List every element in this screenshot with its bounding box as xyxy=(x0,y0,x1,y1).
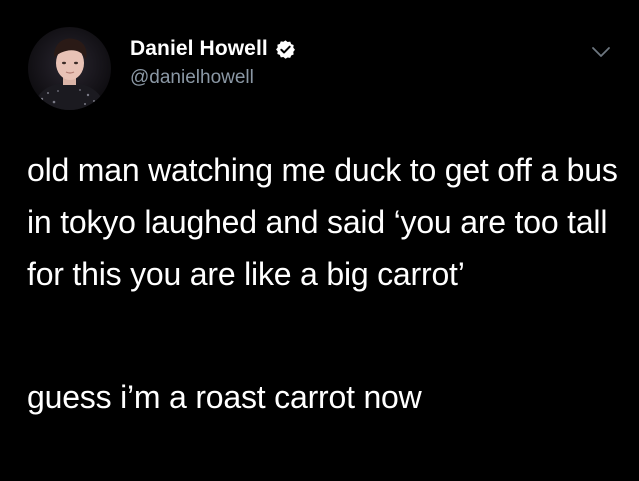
avatar-image xyxy=(28,27,111,110)
avatar[interactable] xyxy=(28,27,111,110)
verified-badge-icon xyxy=(275,39,296,60)
tweet-text-paragraph-2: guess i’m a roast carrot now xyxy=(27,379,422,415)
author-handle[interactable]: @danielhowell xyxy=(130,67,254,89)
author-name-row[interactable]: Daniel Howell xyxy=(130,36,296,62)
chevron-down-icon[interactable] xyxy=(590,44,612,60)
author-display-name[interactable]: Daniel Howell xyxy=(130,37,268,61)
tweet-card: Daniel Howell @danielhowell old man watc… xyxy=(0,0,639,481)
tweet-text-paragraph-1: old man watching me duck to get off a bu… xyxy=(27,152,618,292)
